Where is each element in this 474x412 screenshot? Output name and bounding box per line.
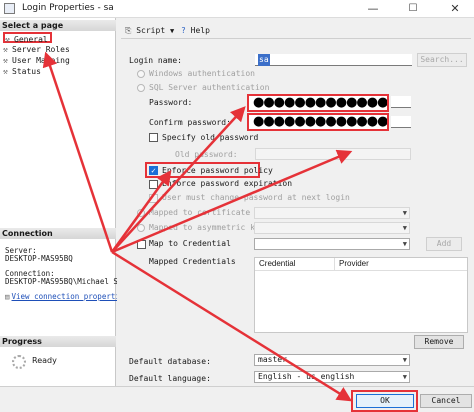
search-button[interactable]: Search... xyxy=(417,53,467,67)
script-button[interactable]: ⎘ Script ▼ xyxy=(125,26,174,36)
chevron-down-icon: ▼ xyxy=(402,240,407,248)
select-page-header: Select a page xyxy=(0,20,116,31)
progress-header: Progress xyxy=(0,336,116,347)
default-language-select[interactable]: English - us_english ▼ xyxy=(254,371,410,383)
chevron-down-icon: ▼ xyxy=(402,373,407,381)
progress-spinner-icon xyxy=(12,355,26,369)
window-title: Login Properties - sa xyxy=(22,3,114,13)
remove-credential-button[interactable]: Remove xyxy=(414,335,464,349)
page-general[interactable]: ⚒ General xyxy=(3,32,52,44)
must-change-checkbox[interactable] xyxy=(149,194,158,203)
toolbar-separator xyxy=(121,38,471,39)
login-name-input[interactable]: sa xyxy=(255,54,412,66)
cancel-button[interactable]: Cancel xyxy=(420,394,472,408)
help-icon: ? xyxy=(181,26,186,35)
mapped-credentials-label: Mapped Credentials xyxy=(149,257,236,266)
general-page: ⎘ Script ▼ ? Help Login name: sa Search.… xyxy=(117,18,474,386)
grid-header-divider xyxy=(255,270,467,271)
enforce-expiration-checkbox[interactable] xyxy=(149,180,158,189)
confirm-password-input[interactable]: ●●●●●●●●●●●●●●● xyxy=(247,113,389,131)
properties-icon: ▤ xyxy=(5,292,10,301)
page-user-mapping[interactable]: ⚒ User Mapping xyxy=(3,55,70,66)
page-server-roles[interactable]: ⚒ Server Roles xyxy=(3,44,70,55)
progress-status: Ready xyxy=(32,356,57,365)
mapped-cert-radio[interactable] xyxy=(137,209,145,217)
enforce-policy-label: Enforce password policy xyxy=(162,166,273,175)
wrench-icon: ⚒ xyxy=(3,45,8,54)
server-value: DESKTOP-MAS95BQ xyxy=(5,254,73,263)
password-label: Password: xyxy=(149,98,193,107)
grid-header-provider: Provider xyxy=(339,259,369,268)
chevron-down-icon: ▼ xyxy=(402,224,407,232)
must-change-label: User must change password at next login xyxy=(162,193,350,202)
asymmetric-key-select[interactable]: ▼ xyxy=(254,222,410,234)
mapped-cert-label: Mapped to certificate xyxy=(149,208,251,217)
map-credential-checkbox[interactable] xyxy=(137,240,146,249)
certificate-select[interactable]: ▼ xyxy=(254,207,410,219)
old-password-input[interactable] xyxy=(255,148,411,160)
password-input-tail xyxy=(391,96,411,108)
specify-old-password-checkbox[interactable] xyxy=(149,133,158,142)
minimize-button[interactable]: — xyxy=(358,1,388,17)
dialog-footer: OK Cancel xyxy=(0,386,474,412)
specify-old-password-label: Specify old password xyxy=(162,133,259,142)
map-credential-label: Map to Credential xyxy=(149,239,231,248)
close-button[interactable]: ✕ xyxy=(440,1,470,17)
maximize-button[interactable]: ☐ xyxy=(398,1,428,17)
view-connection-properties-link[interactable]: ▤ View connection properti xyxy=(5,292,120,301)
default-database-label: Default database: xyxy=(129,357,211,366)
title-bar: Login Properties - sa — ☐ ✕ xyxy=(0,0,474,18)
windows-auth-radio[interactable] xyxy=(137,70,145,78)
help-button[interactable]: ? Help xyxy=(181,26,210,35)
left-pane: Select a page ⚒ General ⚒ Server Roles ⚒ Us… xyxy=(0,18,127,386)
enforce-policy-checkbox[interactable]: ✓ xyxy=(149,166,158,175)
default-language-label: Default language: xyxy=(129,374,211,383)
login-name-label: Login name: xyxy=(129,56,182,65)
mapped-credentials-grid[interactable]: Credential Provider xyxy=(254,257,468,333)
enforce-expiration-label: Enforce password expiration xyxy=(162,179,293,188)
chevron-down-icon: ▼ xyxy=(402,356,407,364)
old-password-label: Old password: xyxy=(175,150,238,159)
windows-auth-label: Windows authentication xyxy=(149,69,255,78)
mapped-asym-label: Mapped to asymmetric key xyxy=(149,223,265,232)
wrench-icon: ⚒ xyxy=(3,67,8,76)
app-icon xyxy=(4,3,15,14)
password-input[interactable]: ●●●●●●●●●●●●●●● xyxy=(247,94,389,112)
wrench-icon: ⚒ xyxy=(3,56,8,65)
confirm-password-label: Confirm password: xyxy=(149,118,231,127)
confirm-password-input-tail xyxy=(391,116,411,128)
default-database-select[interactable]: master ▼ xyxy=(254,354,410,366)
connection-value: DESKTOP-MAS95BQ\Michael She xyxy=(5,277,127,286)
connection-header: Connection xyxy=(0,228,116,239)
add-credential-button[interactable]: Add xyxy=(426,237,462,251)
grid-header-credential: Credential xyxy=(255,258,335,270)
ok-button[interactable]: OK xyxy=(356,394,414,408)
credential-select[interactable]: ▼ xyxy=(254,238,410,250)
script-icon: ⎘ xyxy=(125,26,132,35)
chevron-down-icon: ▼ xyxy=(169,27,175,35)
chevron-down-icon: ▼ xyxy=(402,209,407,217)
page-status[interactable]: ⚒ Status xyxy=(3,66,41,77)
mapped-asym-radio[interactable] xyxy=(137,224,145,232)
sql-auth-label: SQL Server authentication xyxy=(149,83,270,92)
sql-auth-radio[interactable] xyxy=(137,84,145,92)
